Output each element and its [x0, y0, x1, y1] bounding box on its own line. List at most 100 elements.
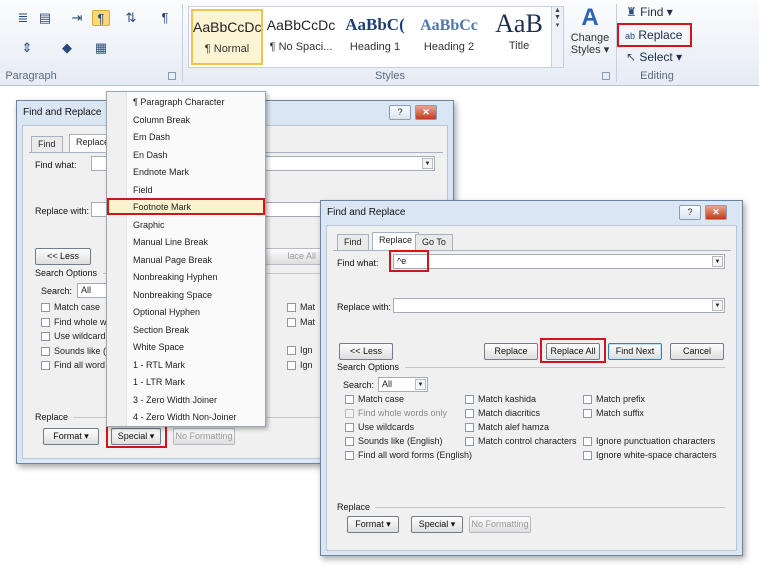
sort-icon[interactable]: ⇅ — [122, 10, 140, 26]
help-button[interactable]: ? — [389, 105, 411, 120]
find-button[interactable]: ♜ Find ▾ — [626, 5, 696, 21]
style-sample: AaB — [495, 9, 543, 38]
checkbox[interactable] — [345, 437, 354, 446]
rtl-text-direction-icon[interactable]: ¶ — [92, 10, 110, 26]
checkbox[interactable] — [287, 317, 296, 327]
checkbox[interactable] — [41, 332, 50, 341]
menu-item-manual-line-break[interactable]: Manual Line Break — [133, 237, 208, 247]
format-button[interactable]: Format ▾ — [347, 516, 399, 533]
close-button[interactable]: ✕ — [415, 105, 437, 120]
styles-dialog-launcher-icon[interactable] — [602, 72, 610, 80]
no-formatting-button[interactable]: No Formatting — [173, 428, 235, 445]
menu-item-field[interactable]: Field — [133, 185, 153, 195]
menu-item-nonbreaking-space[interactable]: Nonbreaking Space — [133, 290, 212, 300]
dialog-title: Find and Replace — [23, 107, 102, 118]
checkbox-label: Match kashida — [478, 394, 537, 404]
style-heading-2[interactable]: AaBbCc Heading 2 — [413, 9, 485, 65]
close-button[interactable]: ✕ — [705, 205, 727, 220]
select-button[interactable]: ↖ Select ▾ — [626, 50, 696, 66]
tab-go-to[interactable]: Go To — [415, 234, 453, 250]
menu-item-footnote-mark[interactable]: Footnote Mark — [133, 202, 191, 212]
search-options-label: Search Options — [337, 362, 400, 372]
dropdown-arrow-icon[interactable]: ▼ — [415, 379, 426, 390]
menu-item-graphic[interactable]: Graphic — [133, 220, 165, 230]
style-normal[interactable]: AaBbCcDc ¶ Normal — [191, 9, 263, 65]
styles-gallery-scroll[interactable]: ▲ ▼ ▾ — [551, 7, 563, 67]
borders-icon[interactable]: ▦ — [92, 40, 110, 56]
checkbox[interactable] — [345, 423, 354, 432]
tab-find[interactable]: Find — [337, 234, 369, 250]
checkbox[interactable] — [465, 395, 474, 404]
less-button[interactable]: << Less — [339, 343, 393, 360]
style-heading-1[interactable]: AaBbC( Heading 1 — [339, 9, 411, 65]
menu-item-section-break[interactable]: Section Break — [133, 325, 189, 335]
find-next-button[interactable]: Find Next — [608, 343, 662, 360]
checkbox[interactable] — [583, 437, 592, 446]
search-value: All — [382, 379, 393, 389]
show-formatting-icon[interactable]: ¶ — [156, 10, 174, 26]
help-button[interactable]: ? — [679, 205, 701, 220]
no-formatting-button[interactable]: No Formatting — [469, 516, 531, 533]
search-label: Search: — [343, 380, 375, 390]
checkbox[interactable] — [465, 409, 474, 418]
checkbox[interactable] — [345, 395, 354, 404]
special-button[interactable]: Special ▾ — [411, 516, 463, 533]
checkbox[interactable] — [583, 395, 592, 404]
replace-dialog-button[interactable]: Replace — [484, 343, 538, 360]
checkbox[interactable] — [41, 303, 50, 312]
replace-with-label: Replace with: — [337, 302, 392, 312]
replace-all-button[interactable]: lace All — [263, 248, 323, 265]
checkbox[interactable] — [583, 409, 592, 418]
menu-item-en-dash[interactable]: En Dash — [133, 150, 168, 160]
group-separator — [182, 4, 183, 82]
replace-with-field[interactable]: ▼ — [393, 298, 725, 313]
menu-item-endnote-mark[interactable]: Endnote Mark — [133, 167, 189, 177]
find-what-field[interactable]: ^e ▼ — [393, 254, 725, 269]
style-name: ¶ No Spaci... — [269, 41, 333, 53]
checkbox[interactable] — [465, 423, 474, 432]
line-spacing-icon[interactable]: ⇕ — [18, 40, 36, 56]
search-select[interactable]: All ▼ — [378, 377, 428, 392]
checkbox[interactable] — [345, 409, 354, 418]
paragraph-dialog-launcher-icon[interactable] — [168, 72, 176, 80]
cancel-button[interactable]: Cancel — [670, 343, 724, 360]
menu-item-ltr-mark[interactable]: 1 - LTR Mark — [133, 377, 185, 387]
menu-item-column-break[interactable]: Column Break — [133, 115, 190, 125]
tab-find[interactable]: Find — [31, 136, 63, 152]
checkbox[interactable] — [41, 317, 50, 327]
checkbox-label: Ignore white-space characters — [596, 450, 717, 460]
checkbox[interactable] — [465, 437, 474, 446]
dropdown-arrow-icon[interactable]: ▼ — [422, 158, 433, 169]
change-styles-button[interactable]: A Change Styles ▾ — [568, 4, 612, 70]
menu-item-manual-page-break[interactable]: Manual Page Break — [133, 255, 212, 265]
menu-item-optional-hyphen[interactable]: Optional Hyphen — [133, 307, 200, 317]
checkbox[interactable] — [287, 303, 296, 312]
checkbox[interactable] — [287, 360, 296, 370]
menu-item-zero-width-non-joiner[interactable]: 4 - Zero Width Non-Joiner — [133, 412, 237, 422]
checkbox[interactable] — [41, 361, 50, 370]
ltr-text-direction-icon[interactable]: ⇥ — [68, 10, 86, 26]
menu-item-paragraph-character[interactable]: ¶ Paragraph Character — [133, 97, 224, 107]
checkbox[interactable] — [583, 451, 592, 460]
menu-item-nonbreaking-hyphen[interactable]: Nonbreaking Hyphen — [133, 272, 218, 282]
menu-item-zero-width-joiner[interactable]: 3 - Zero Width Joiner — [133, 395, 217, 405]
style-title[interactable]: AaB Title — [483, 9, 555, 65]
checkbox-label: Sounds like (English) — [358, 436, 443, 446]
dropdown-arrow-icon[interactable]: ▼ — [712, 300, 723, 311]
column-icon[interactable]: ▤ — [36, 10, 54, 26]
justify-icon[interactable]: ≣ — [14, 10, 32, 26]
format-button[interactable]: Format ▾ — [43, 428, 99, 445]
checkbox[interactable] — [287, 346, 296, 355]
replace-button[interactable]: ab Replace — [617, 23, 692, 47]
shading-icon[interactable]: ◆ — [58, 40, 76, 56]
menu-item-rtl-mark[interactable]: 1 - RTL Mark — [133, 360, 185, 370]
style-no-spacing[interactable]: AaBbCcDc ¶ No Spaci... — [265, 9, 337, 65]
checkbox[interactable] — [345, 451, 354, 460]
replace-label: Replace — [638, 28, 683, 42]
menu-item-white-space[interactable]: White Space — [133, 342, 184, 352]
dropdown-arrow-icon[interactable]: ▼ — [712, 256, 723, 267]
less-button[interactable]: << Less — [35, 248, 91, 265]
checkbox[interactable] — [41, 346, 50, 356]
tab-replace[interactable]: Replace — [372, 232, 420, 250]
menu-item-em-dash[interactable]: Em Dash — [133, 132, 170, 142]
